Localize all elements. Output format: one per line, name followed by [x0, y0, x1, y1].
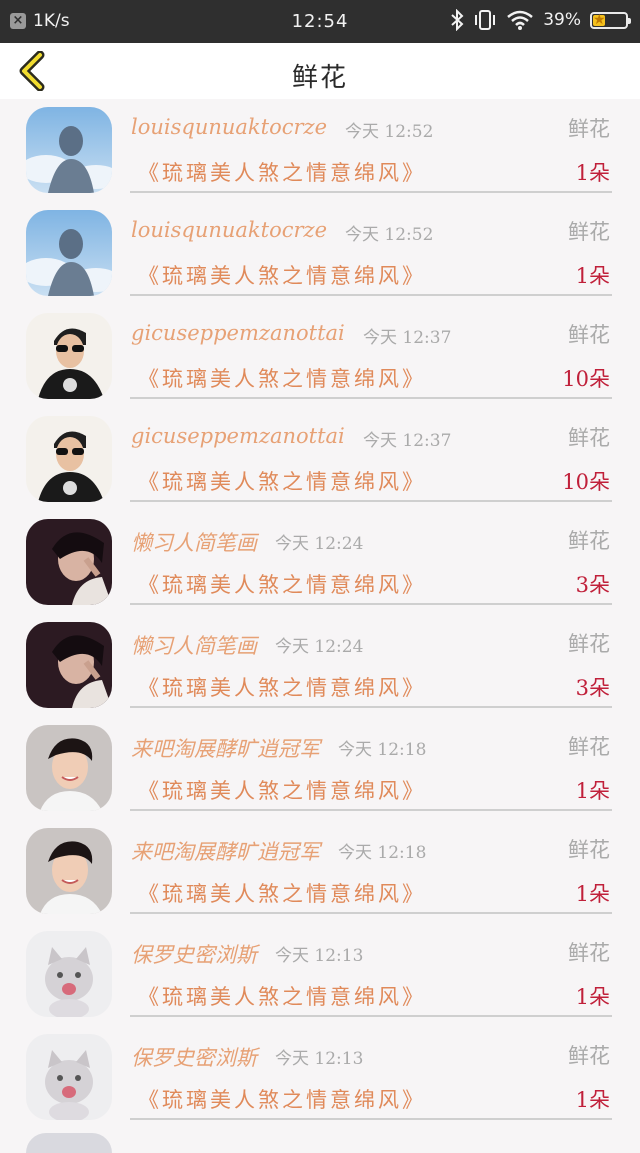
avatar[interactable] — [26, 1034, 112, 1120]
work-title: 《琉璃美人煞之情意绵风》 — [138, 676, 426, 700]
avatar[interactable] — [26, 313, 112, 399]
gift-quantity: 10朵 — [562, 367, 610, 391]
sender-name: 来吧淘展酵旷逍冠军 — [131, 840, 320, 864]
list-item[interactable]: 保罗史密浏斯 今天 12:13 鲜花 《琉璃美人煞之情意绵风》 1朵 — [0, 923, 640, 1026]
gift-time: 今天 12:18 — [338, 740, 427, 760]
divider — [130, 397, 612, 399]
sender-name: 保罗史密浏斯 — [131, 943, 257, 967]
list-item[interactable]: 懒习人简笔画 今天 12:24 鲜花 《琉璃美人煞之情意绵风》 3朵 — [0, 614, 640, 717]
work-title: 《琉璃美人煞之情意绵风》 — [138, 985, 426, 1009]
work-title: 《琉璃美人煞之情意绵风》 — [138, 367, 426, 391]
gift-quantity: 3朵 — [575, 573, 610, 597]
work-title: 《琉璃美人煞之情意绵风》 — [138, 264, 426, 288]
divider — [130, 191, 612, 193]
divider — [130, 1015, 612, 1017]
divider — [130, 706, 612, 708]
work-title: 《琉璃美人煞之情意绵风》 — [138, 779, 426, 803]
battery-percent: 39% — [543, 10, 581, 30]
gift-quantity: 1朵 — [575, 161, 610, 185]
gift-type: 鲜花 — [568, 426, 610, 450]
list-item[interactable]: 来吧淘展酵旷逍冠军 今天 12:18 鲜花 《琉璃美人煞之情意绵风》 1朵 — [0, 717, 640, 820]
gift-type: 鲜花 — [568, 735, 610, 759]
gift-type: 鲜花 — [568, 323, 610, 347]
gift-time: 今天 12:37 — [363, 328, 452, 348]
gift-quantity: 1朵 — [575, 882, 610, 906]
gift-quantity: 1朵 — [575, 985, 610, 1009]
bluetooth-icon — [451, 9, 464, 31]
list-item[interactable]: 保罗史密浏斯 今天 12:13 鲜花 《琉璃美人煞之情意绵风》 1朵 — [0, 1026, 640, 1129]
gift-quantity: 1朵 — [575, 264, 610, 288]
avatar[interactable] — [26, 622, 112, 708]
sender-name: gicuseppemzanottai — [131, 424, 345, 448]
gift-type: 鲜花 — [568, 220, 610, 244]
gift-time: 今天 12:18 — [338, 843, 427, 863]
divider — [130, 809, 612, 811]
gift-quantity: 10朵 — [562, 470, 610, 494]
divider — [130, 500, 612, 502]
work-title: 《琉璃美人煞之情意绵风》 — [138, 882, 426, 906]
gift-type: 鲜花 — [568, 632, 610, 656]
divider — [130, 1118, 612, 1120]
vibrate-icon — [475, 10, 496, 30]
gift-type: 鲜花 — [568, 117, 610, 141]
gift-quantity: 3朵 — [575, 676, 610, 700]
sender-name: 来吧淘展酵旷逍冠军 — [131, 737, 320, 761]
avatar[interactable] — [26, 107, 112, 193]
work-title: 《琉璃美人煞之情意绵风》 — [138, 161, 426, 185]
avatar[interactable] — [26, 210, 112, 296]
status-right: 39% ★ — [450, 9, 631, 31]
gift-type: 鲜花 — [568, 1044, 610, 1068]
status-bar: × 1K/s 12:54 39% ★ — [0, 0, 640, 43]
list-item[interactable]: louisqunuaktocrze 今天 12:52 鲜花 《琉璃美人煞之情意绵… — [0, 202, 640, 305]
header: 鲜花 — [0, 43, 640, 99]
avatar[interactable] — [26, 416, 112, 502]
divider — [130, 912, 612, 914]
list-item[interactable]: louisqunuaktocrze 今天 12:52 鲜花 《琉璃美人煞之情意绵… — [0, 99, 640, 202]
sender-name: louisqunuaktocrze — [131, 218, 328, 242]
gift-type: 鲜花 — [568, 838, 610, 862]
list-item[interactable]: 来吧淘展酵旷逍冠军 今天 12:18 鲜花 《琉璃美人煞之情意绵风》 1朵 — [0, 820, 640, 923]
gift-time: 今天 12:24 — [275, 534, 364, 554]
avatar[interactable] — [26, 931, 112, 1017]
gift-type: 鲜花 — [568, 529, 610, 553]
sender-name: 懒习人简笔画 — [131, 531, 257, 555]
work-title: 《琉璃美人煞之情意绵风》 — [138, 1088, 426, 1112]
list-item[interactable]: 懒习人简笔画 今天 12:24 鲜花 《琉璃美人煞之情意绵风》 3朵 — [0, 511, 640, 614]
divider — [130, 603, 612, 605]
gift-time: 今天 12:13 — [275, 946, 364, 966]
gift-time: 今天 12:37 — [363, 431, 452, 451]
battery-icon: ★ — [590, 11, 631, 29]
gift-time: 今天 12:52 — [345, 225, 434, 245]
gift-quantity: 1朵 — [575, 779, 610, 803]
page-title: 鲜花 — [291, 63, 348, 93]
avatar-partial — [26, 1133, 112, 1153]
work-title: 《琉璃美人煞之情意绵风》 — [138, 573, 426, 597]
sender-name: 保罗史密浏斯 — [131, 1046, 257, 1070]
wifi-icon — [507, 10, 534, 30]
avatar[interactable] — [26, 828, 112, 914]
gift-quantity: 1朵 — [575, 1088, 610, 1112]
divider — [130, 294, 612, 296]
sender-name: louisqunuaktocrze — [131, 115, 328, 139]
avatar[interactable] — [26, 725, 112, 811]
sender-name: 懒习人简笔画 — [131, 634, 257, 658]
star-icon: ★ — [593, 11, 606, 28]
gift-time: 今天 12:24 — [275, 637, 364, 657]
avatar[interactable] — [26, 519, 112, 605]
sender-name: gicuseppemzanottai — [131, 321, 345, 345]
flower-record-list: louisqunuaktocrze 今天 12:52 鲜花 《琉璃美人煞之情意绵… — [0, 99, 640, 1129]
gift-type: 鲜花 — [568, 941, 610, 965]
list-item[interactable]: gicuseppemzanottai 今天 12:37 鲜花 《琉璃美人煞之情意… — [0, 408, 640, 511]
work-title: 《琉璃美人煞之情意绵风》 — [138, 470, 426, 494]
list-item[interactable]: gicuseppemzanottai 今天 12:37 鲜花 《琉璃美人煞之情意… — [0, 305, 640, 408]
gift-time: 今天 12:13 — [275, 1049, 364, 1069]
gift-time: 今天 12:52 — [345, 122, 434, 142]
